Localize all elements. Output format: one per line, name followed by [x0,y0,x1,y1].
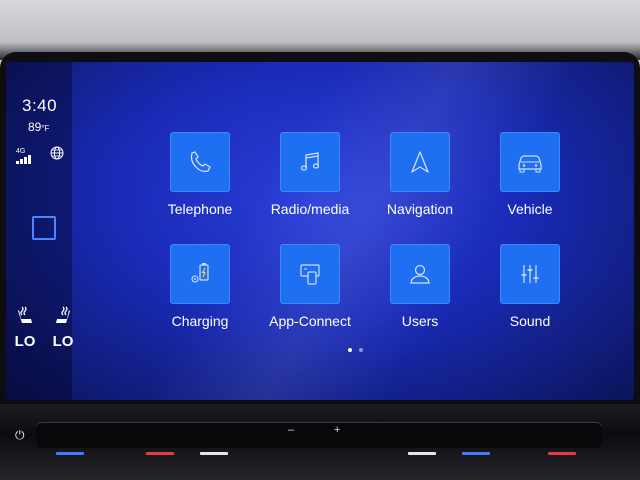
app-tile [170,244,230,304]
app-grid: Telephone Radio/media Navigation Vehicle… [150,132,570,352]
temperature-value: 89 [28,120,42,134]
indicator-red [548,452,576,455]
phone-icon [190,151,211,173]
page-dot[interactable] [359,348,363,352]
app-tile [390,244,450,304]
signal-bar [16,161,19,164]
app-label: Vehicle [507,201,553,217]
app-tile [390,132,450,192]
outside-temperature: 89°F [28,120,49,134]
indicator-blue [56,452,84,455]
app-tile [280,244,340,304]
seat-heating-right[interactable]: LO [50,304,76,350]
app-label: Sound [509,313,551,329]
page-dot-active[interactable] [348,348,352,352]
indicator-blue [462,452,490,455]
infotainment-screen: 3:40 89°F 4G LO LO Telephone Radio/media… [6,62,634,400]
indicator-white [200,452,228,455]
app-label: Users [401,313,439,329]
app-telephone[interactable]: Telephone [150,132,250,217]
equalizer-icon [521,265,539,283]
page-indicator[interactable] [348,348,363,352]
app-label: Telephone [167,201,233,217]
app-label: Navigation [386,201,454,217]
app-charging[interactable]: Charging [150,244,250,329]
clock: 3:40 [22,96,58,115]
signal-bar [20,159,23,164]
charging-icon [191,263,209,283]
app-vehicle[interactable]: Vehicle [480,132,580,217]
dashboard-top [0,0,640,60]
network-type: 4G [16,148,26,155]
app-label: Charging [171,313,229,329]
app-tile [170,132,230,192]
app-navigation[interactable]: Navigation [370,132,470,217]
seat-heat-icon [18,306,32,323]
indicator-white [408,452,436,455]
indicator-red [146,452,174,455]
app-tile [500,132,560,192]
user-icon [410,264,430,284]
status-column: 3:40 89°F 4G LO LO [6,62,73,400]
app-sound[interactable]: Sound [480,244,580,329]
app-tile [280,132,340,192]
climate-touch-slider[interactable] [36,422,602,448]
app-label: App-Connect [269,313,351,329]
app-app-connect[interactable]: App-Connect [260,244,360,329]
volume-up-button[interactable]: + [334,424,340,436]
seat-level-right: LO [52,333,74,350]
app-label: Radio/media [270,201,350,217]
seat-heating-left[interactable]: LO [12,304,38,350]
globe-icon [50,146,64,160]
car-icon [518,155,542,173]
power-icon[interactable]: ⏻ [15,428,25,443]
temperature-unit: °F [41,124,50,133]
signal-bar [24,157,27,164]
signal-strength-icon [16,155,31,164]
home-button[interactable] [32,216,56,240]
volume-down-button[interactable]: – [288,424,294,436]
app-connect-icon [300,264,320,285]
app-users[interactable]: Users [370,244,470,329]
seat-level-left: LO [14,333,36,350]
navigation-arrow-icon [411,151,429,173]
app-radio-media[interactable]: Radio/media [260,132,360,217]
signal-bar [28,155,31,164]
music-note-icon [300,152,320,171]
seat-heat-icon [56,306,70,323]
app-tile [500,244,560,304]
